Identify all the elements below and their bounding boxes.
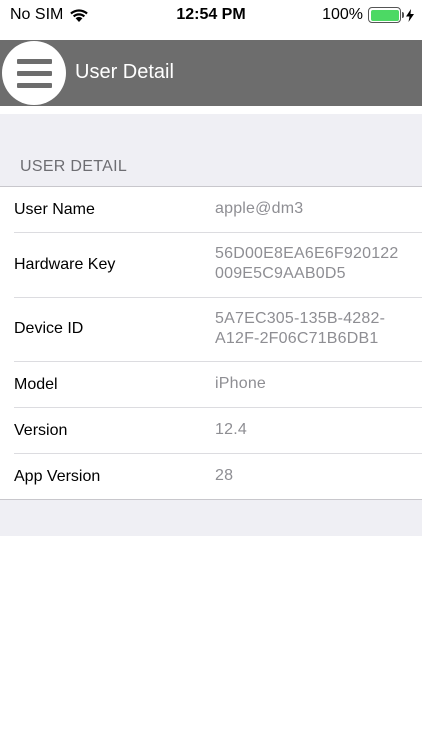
row-hardware-key: Hardware Key 56D00E8EA6E6F920122 009E5C9A… (0, 232, 422, 297)
battery-percent: 100% (322, 6, 363, 23)
section-header: USER DETAIL (20, 158, 128, 175)
row-value: 5A7EC305-135B-4282- A12F-2F06C71B6DB1 (215, 310, 386, 347)
row-value: apple@dm3 (215, 200, 304, 217)
nav-bar: User Detail (0, 40, 422, 106)
row-version: Version 12.4 (0, 407, 422, 453)
row-device-id: Device ID 5A7EC305-135B-4282- A12F-2F06C7… (0, 297, 422, 361)
row-label: Version (14, 422, 68, 439)
row-label: Device ID (14, 320, 84, 337)
row-label: Hardware Key (14, 256, 116, 273)
user-detail-table: User Name apple@dm3 Hardware Key 56D00E8… (0, 186, 422, 500)
menu-line (16, 70, 52, 76)
status-bar: No SIM 12:54 PM 100% (0, 0, 422, 32)
row-value: iPhone (215, 375, 267, 392)
bolt-icon (406, 8, 414, 22)
status-right: 100% (322, 6, 414, 24)
row-app-version: App Version 28 (0, 453, 422, 499)
menu-line (16, 82, 52, 88)
menu-line (16, 58, 52, 64)
hamburger-menu-icon[interactable] (2, 41, 66, 105)
row-value: 56D00E8EA6E6F920122 009E5C9AAB0D5 (215, 245, 399, 282)
row-value: 28 (215, 467, 234, 484)
row-label: Model (14, 376, 58, 393)
row-label: User Name (14, 201, 95, 218)
page-title: User Detail (75, 61, 174, 83)
row-user-name: User Name apple@dm3 (0, 187, 422, 232)
row-label: App Version (14, 468, 101, 485)
battery-icon (368, 7, 404, 23)
battery-fill (370, 9, 399, 21)
row-value: 12.4 (215, 421, 247, 438)
row-model: Model iPhone (0, 361, 422, 407)
